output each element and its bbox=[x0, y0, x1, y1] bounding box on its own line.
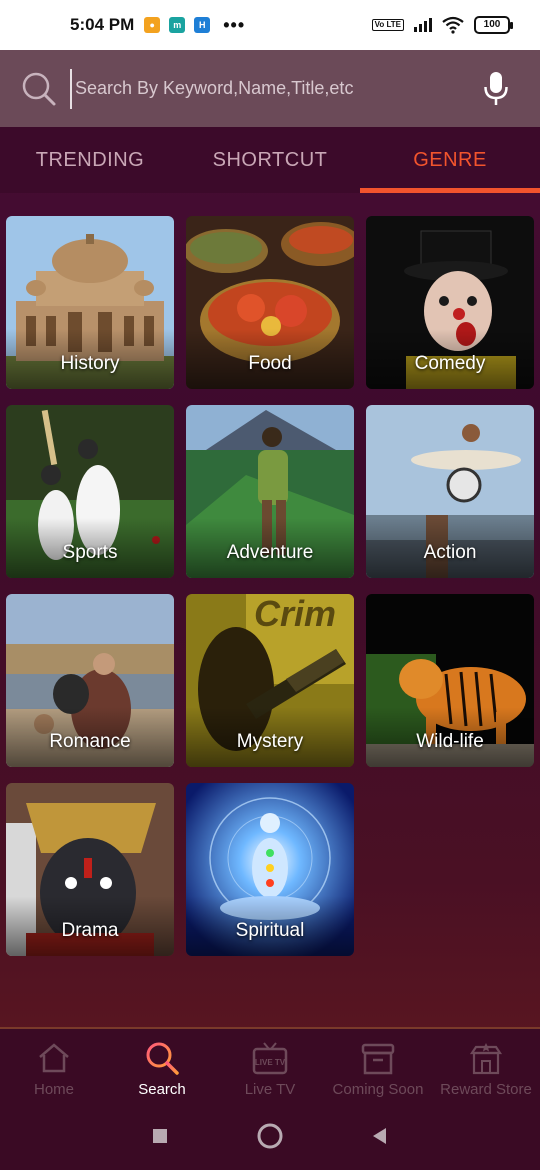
genre-label: Romance bbox=[49, 731, 131, 752]
search-icon bbox=[144, 1041, 180, 1075]
search-input[interactable] bbox=[70, 68, 476, 109]
nav-label: Home bbox=[33, 1081, 74, 1098]
wifi-icon bbox=[442, 16, 464, 34]
genre-card-drama[interactable]: Drama bbox=[6, 783, 174, 956]
nav-coming-soon[interactable]: Coming Soon bbox=[324, 1029, 432, 1102]
nav-reward-store[interactable]: Reward Store bbox=[432, 1029, 540, 1102]
genre-label: Adventure bbox=[226, 542, 314, 563]
genre-label: History bbox=[60, 353, 120, 374]
genre-card-sports[interactable]: Sports bbox=[6, 405, 174, 578]
genre-card-comedy[interactable]: Comedy bbox=[366, 216, 534, 389]
status-time: 5:04 PM bbox=[70, 15, 135, 34]
microphone-icon[interactable] bbox=[476, 69, 516, 109]
reward-store-icon bbox=[468, 1041, 504, 1075]
tab-genre[interactable]: GENRE bbox=[360, 127, 540, 193]
search-icon bbox=[20, 70, 58, 108]
genre-label: Comedy bbox=[414, 353, 486, 374]
status-bar: 5:04 PM ● m H ••• Vo LTE 100 bbox=[0, 0, 540, 50]
volte-icon: Vo LTE bbox=[371, 19, 404, 31]
circle-icon bbox=[257, 1123, 283, 1149]
svg-text:Crim: Crim bbox=[254, 594, 336, 634]
genre-card-spiritual[interactable]: Spiritual bbox=[186, 783, 354, 956]
search-bar bbox=[0, 50, 540, 127]
back-button[interactable] bbox=[325, 1116, 435, 1156]
home-icon bbox=[37, 1041, 71, 1075]
battery-icon: 100 bbox=[474, 16, 513, 34]
coming-soon-icon bbox=[360, 1041, 396, 1075]
square-icon bbox=[153, 1129, 167, 1143]
nav-label: Search bbox=[138, 1081, 186, 1098]
notification-app-icon: m bbox=[169, 17, 186, 33]
nav-label: Live TV bbox=[244, 1081, 296, 1098]
genre-grid: History Food Comedy Sports Adventure Act… bbox=[6, 216, 534, 956]
signal-icon bbox=[414, 18, 432, 32]
tab-shortcut[interactable]: SHORTCUT bbox=[180, 127, 360, 193]
genre-label: Wild-life bbox=[416, 731, 484, 752]
bottom-nav: Home Search LIVE TV Live TV Coming Soon … bbox=[0, 1027, 540, 1102]
svg-text:LIVE TV: LIVE TV bbox=[255, 1058, 286, 1067]
genre-label: Sports bbox=[62, 542, 118, 563]
nav-label: Coming Soon bbox=[332, 1081, 424, 1098]
nav-search[interactable]: Search bbox=[108, 1029, 216, 1102]
back-triangle-icon bbox=[373, 1128, 386, 1144]
notification-app-icon: ● bbox=[144, 17, 161, 33]
nav-live-tv[interactable]: LIVE TV Live TV bbox=[216, 1029, 324, 1102]
genre-label: Drama bbox=[61, 920, 119, 941]
genre-label: Action bbox=[423, 542, 477, 563]
genre-card-romance[interactable]: Romance bbox=[6, 594, 174, 767]
genre-card-wild-life[interactable]: Wild-life bbox=[366, 594, 534, 767]
genre-card-food[interactable]: Food bbox=[186, 216, 354, 389]
genre-card-mystery[interactable]: Crim Mystery bbox=[186, 594, 354, 767]
recent-apps-button[interactable] bbox=[105, 1116, 215, 1156]
tab-bar: TRENDING SHORTCUT GENRE bbox=[0, 127, 540, 193]
genre-label: Spiritual bbox=[235, 920, 305, 941]
genre-card-history[interactable]: History bbox=[6, 216, 174, 389]
system-nav-bar bbox=[0, 1102, 540, 1170]
notification-app-icon: H bbox=[194, 17, 211, 33]
genre-card-adventure[interactable]: Adventure bbox=[186, 405, 354, 578]
more-notifications-icon: ••• bbox=[223, 14, 246, 35]
nav-home[interactable]: Home bbox=[0, 1029, 108, 1102]
genre-label: Mystery bbox=[236, 731, 304, 752]
home-button[interactable] bbox=[215, 1116, 325, 1156]
genre-card-action[interactable]: Action bbox=[366, 405, 534, 578]
live-tv-icon: LIVE TV bbox=[252, 1041, 288, 1075]
nav-label: Reward Store bbox=[440, 1081, 532, 1098]
tab-trending[interactable]: TRENDING bbox=[0, 127, 180, 193]
genre-label: Food bbox=[248, 353, 292, 374]
